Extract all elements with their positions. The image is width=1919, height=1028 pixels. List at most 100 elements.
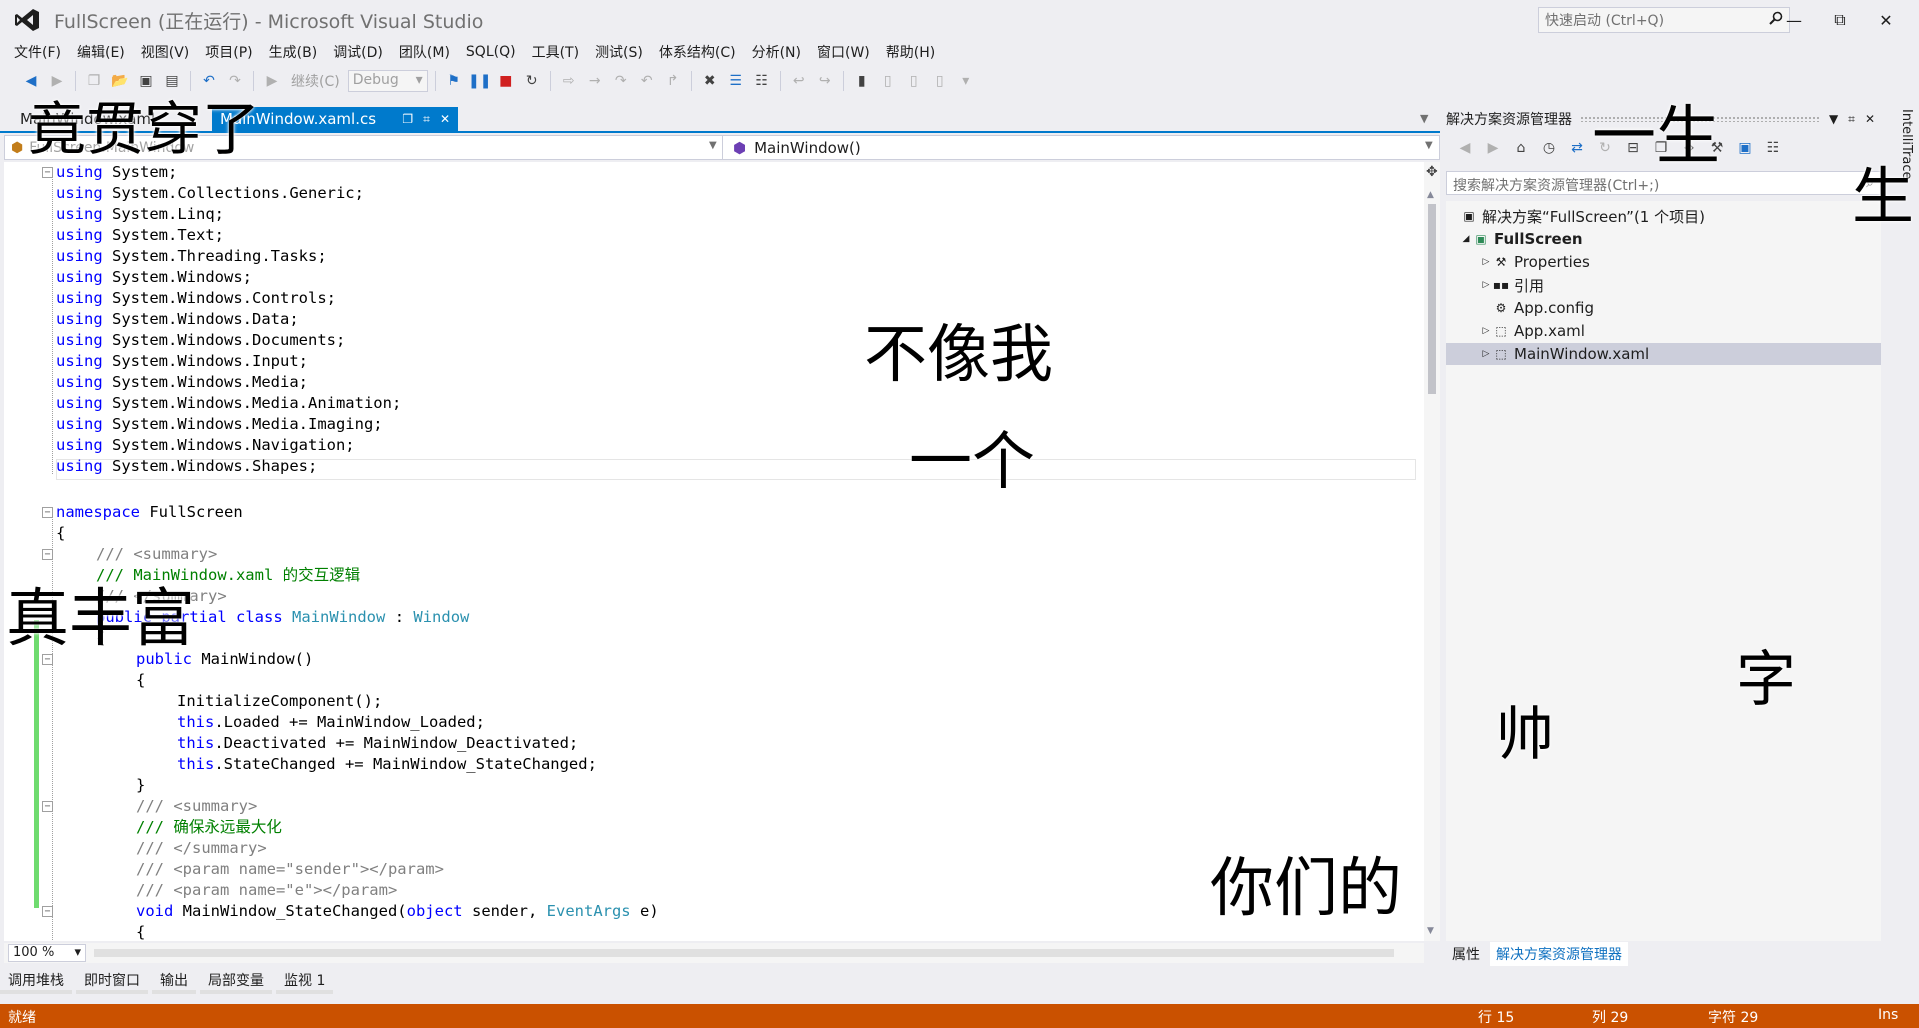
collapsed-arrow-icon[interactable]: ▷	[1480, 280, 1492, 290]
member-dropdown[interactable]: ⬢ MainWindow() ▼	[727, 136, 1439, 159]
collapse-icon[interactable]: −	[42, 549, 53, 560]
sync-icon[interactable]: ⇄	[1566, 137, 1588, 159]
run-to-cursor-icon[interactable]: ↱	[662, 70, 684, 92]
menu-analyze[interactable]: 分析(N)	[744, 42, 809, 62]
close-icon[interactable]: ✕	[1865, 112, 1875, 127]
menu-file[interactable]: 文件(F)	[6, 42, 69, 62]
tab-solution-explorer[interactable]: 解决方案资源管理器	[1490, 942, 1628, 966]
tree-item-mainwindow-xaml[interactable]: ▷ ⬚ MainWindow.xaml	[1446, 343, 1881, 365]
prev-bookmark-icon[interactable]: ▯	[877, 70, 899, 92]
collapsed-arrow-icon[interactable]: ▷	[1480, 326, 1492, 336]
navigate-forward-icon[interactable]: ▶	[46, 70, 68, 92]
code-editor[interactable]: − using System; using System.Collections.…	[4, 162, 1424, 941]
tab-watch-1[interactable]: 监视 1	[276, 972, 334, 994]
status-char: 字符 29	[1708, 1010, 1759, 1026]
step-into-icon[interactable]: →	[584, 70, 606, 92]
collapsed-arrow-icon[interactable]: ▷	[1480, 349, 1492, 359]
new-project-icon[interactable]: ❐	[83, 70, 105, 92]
tab-immediate-window[interactable]: 即时窗口	[76, 972, 148, 994]
code-line: − public MainWindow()	[4, 649, 1424, 670]
scroll-up-icon[interactable]: ▲	[1427, 190, 1434, 200]
continue-button[interactable]: 继续(C)	[287, 71, 344, 91]
preview-selected-icon[interactable]: ▣	[1734, 137, 1756, 159]
menu-team[interactable]: 团队(M)	[391, 42, 458, 62]
tab-call-stack[interactable]: 调用堆栈	[0, 972, 72, 994]
comment-out-icon[interactable]: ↩	[788, 70, 810, 92]
show-next-statement-icon[interactable]: ⇨	[558, 70, 580, 92]
step-over-icon[interactable]: ↷	[610, 70, 632, 92]
pause-icon[interactable]: ❚❚	[468, 70, 491, 92]
save-icon[interactable]: ▣	[135, 70, 157, 92]
zoom-dropdown[interactable]: 100 % ▾	[8, 944, 86, 962]
continue-icon[interactable]: ▶	[261, 70, 283, 92]
tree-item-solution[interactable]: ▣ 解决方案“FullScreen”(1 个项目)	[1446, 205, 1881, 227]
open-file-icon[interactable]: 📂	[109, 70, 131, 92]
hex-display-icon[interactable]: ✖	[699, 70, 721, 92]
collapse-icon[interactable]: −	[42, 167, 53, 178]
collapse-icon[interactable]: −	[42, 654, 53, 665]
menu-project[interactable]: 项目(P)	[197, 42, 260, 62]
uncomment-icon[interactable]: ↪	[814, 70, 836, 92]
clear-bookmarks-icon[interactable]: ▯	[929, 70, 951, 92]
split-window-icon[interactable]: ✥	[1426, 164, 1438, 180]
menu-view[interactable]: 视图(V)	[133, 42, 198, 62]
horizontal-scrollbar[interactable]	[94, 949, 1394, 957]
tab-overflow-chevron-down-icon[interactable]: ▼	[1420, 112, 1428, 125]
scroll-down-icon[interactable]: ▼	[1427, 926, 1434, 936]
restart-icon[interactable]: ↻	[521, 70, 543, 92]
collapse-icon[interactable]: −	[42, 507, 53, 518]
quick-launch-input[interactable]: 快速启动 (Ctrl+Q)	[1538, 7, 1790, 33]
collapse-icon[interactable]: −	[42, 906, 53, 917]
collapsed-arrow-icon[interactable]: ▷	[1480, 257, 1492, 267]
close-window-button[interactable]: ✕	[1863, 6, 1909, 34]
bookmark-icon[interactable]: ▮	[851, 70, 873, 92]
forward-icon[interactable]: ▶	[1482, 137, 1504, 159]
back-icon[interactable]: ◀	[1454, 137, 1476, 159]
menu-edit[interactable]: 编辑(E)	[69, 42, 133, 62]
navigate-back-icon[interactable]: ◀	[20, 70, 42, 92]
menu-tools[interactable]: 工具(T)	[524, 42, 587, 62]
menu-debug[interactable]: 调试(D)	[325, 42, 391, 62]
history-icon[interactable]: ◷	[1538, 137, 1560, 159]
menu-build[interactable]: 生成(B)	[261, 42, 326, 62]
tab-output[interactable]: 输出	[152, 972, 196, 994]
tree-item-app-config[interactable]: ⚙ App.config	[1446, 297, 1881, 319]
redo-icon[interactable]: ↷	[224, 70, 246, 92]
stack-frame-icon[interactable]: ☰	[725, 70, 747, 92]
threads-icon[interactable]: ☷	[751, 70, 773, 92]
undo-icon[interactable]: ↶	[198, 70, 220, 92]
close-icon[interactable]: ✕	[440, 112, 450, 127]
class-view-icon[interactable]: ☷	[1762, 137, 1784, 159]
panel-menu-chevron-down-icon[interactable]: ▼	[1829, 112, 1838, 127]
attach-process-icon[interactable]: ⚑	[443, 70, 465, 92]
menu-window[interactable]: 窗口(W)	[809, 42, 878, 62]
save-all-icon[interactable]: ▤	[161, 70, 183, 92]
menu-architecture[interactable]: 体系结构(C)	[651, 42, 744, 62]
restore-button[interactable]: ⧉	[1817, 6, 1863, 34]
menu-sql[interactable]: SQL(Q)	[458, 44, 524, 60]
tab-locals[interactable]: 局部变量	[200, 972, 272, 994]
solution-config-dropdown[interactable]: Debug ▾	[347, 70, 428, 92]
solution-search-input[interactable]: 搜索解决方案资源管理器(Ctrl+;) ⌕	[1446, 171, 1881, 195]
step-out-icon[interactable]: ↶	[636, 70, 658, 92]
menu-help[interactable]: 帮助(H)	[878, 42, 943, 62]
pin-icon[interactable]: ⌗	[1848, 112, 1855, 127]
home-icon[interactable]: ⌂	[1510, 137, 1532, 159]
tree-item-app-xaml[interactable]: ▷ ⬚ App.xaml	[1446, 320, 1881, 342]
tree-item-references[interactable]: ▷ ▪▪ 引用	[1446, 274, 1881, 296]
toolbar-overflow-icon[interactable]: ▾	[955, 70, 977, 92]
tree-item-properties[interactable]: ▷ ⚒ Properties	[1446, 251, 1881, 273]
stop-icon[interactable]: ■	[495, 70, 517, 92]
next-bookmark-icon[interactable]: ▯	[903, 70, 925, 92]
editor-vertical-scrollbar[interactable]: ✥ ▲ ▼	[1424, 162, 1440, 941]
code-line: /// 确保永远最大化	[136, 818, 282, 836]
tree-item-label: App.config	[1514, 299, 1594, 317]
tab-properties[interactable]: 属性	[1446, 942, 1486, 966]
expanded-arrow-icon[interactable]: ◢	[1460, 234, 1472, 244]
tree-item-project[interactable]: ◢ ▣ FullScreen	[1446, 228, 1881, 250]
menu-test[interactable]: 测试(S)	[587, 42, 651, 62]
scrollbar-thumb[interactable]	[1428, 204, 1436, 394]
pin-icon[interactable]: ⌗	[423, 112, 430, 127]
minimize-button[interactable]: —	[1771, 6, 1817, 34]
collapse-icon[interactable]: −	[42, 801, 53, 812]
